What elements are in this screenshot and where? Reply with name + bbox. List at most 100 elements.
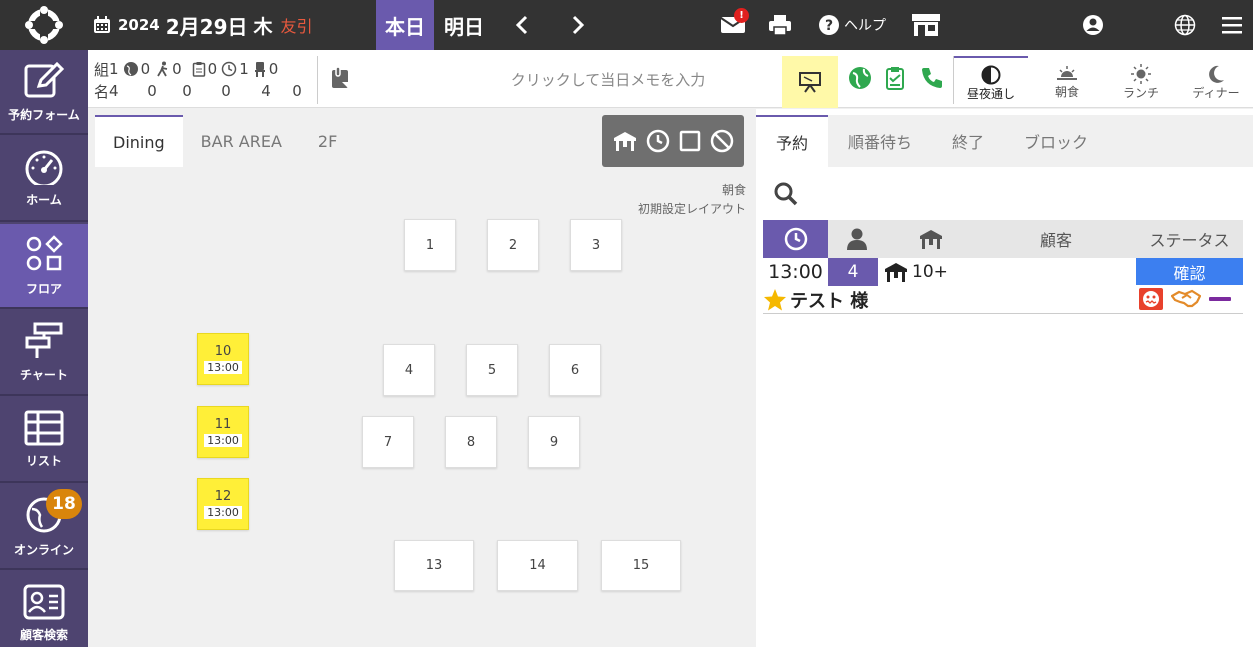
- sidebar-item-reservation-form[interactable]: 予約フォーム: [0, 50, 88, 135]
- top-bar: 2024 2月29日 木 友引 本日 明日 ! ? ヘルプ: [0, 0, 1253, 50]
- meal-tab-dinner[interactable]: ディナー: [1179, 56, 1253, 108]
- date-month-day: 2月29日: [165, 14, 248, 39]
- sidebar-item-chart[interactable]: チャート: [0, 311, 88, 396]
- column-status[interactable]: ステータス: [1136, 220, 1243, 258]
- tab-finished[interactable]: 終了: [932, 115, 1004, 167]
- clock-icon[interactable]: [646, 129, 670, 153]
- stats-people-online: 0: [147, 82, 157, 100]
- table-13[interactable]: 13: [394, 540, 474, 591]
- mail-button[interactable]: !: [718, 8, 749, 40]
- table-icon[interactable]: [613, 130, 637, 152]
- column-customer[interactable]: 顧客: [976, 220, 1136, 258]
- reservation-flags: [1139, 288, 1231, 310]
- customer-card-icon: [23, 584, 65, 620]
- presentation-icon: [799, 72, 821, 93]
- waitlist-clipboard-button[interactable]: [885, 66, 905, 94]
- floor-tab-dining[interactable]: Dining: [95, 115, 183, 167]
- summary-bar: 組 1 0 0 0 1 0 名 4 0 0 0 4 0 クリックして当日メモを入…: [88, 50, 1253, 108]
- table-3[interactable]: 3: [570, 219, 622, 271]
- reservation-search[interactable]: [763, 169, 1243, 219]
- sidebar-item-home[interactable]: ホーム: [0, 137, 88, 222]
- sort-by-time[interactable]: [763, 220, 828, 258]
- meal-tab-lunch[interactable]: ランチ: [1104, 56, 1178, 108]
- table-10[interactable]: 10 13:00: [197, 333, 249, 385]
- store-icon: [912, 14, 940, 36]
- stats-people-reserved: 0: [221, 82, 231, 100]
- tomorrow-button[interactable]: 明日: [437, 0, 491, 50]
- sort-by-table[interactable]: [886, 220, 976, 258]
- sidebar-label-online: オンライン: [13, 543, 74, 557]
- svg-text:?: ?: [825, 18, 833, 34]
- table-8[interactable]: 8: [445, 416, 497, 468]
- table-6[interactable]: 6: [549, 344, 601, 396]
- table-7[interactable]: 7: [362, 416, 414, 468]
- menu-button[interactable]: [1220, 10, 1244, 40]
- help-button[interactable]: ? ヘルプ: [816, 10, 888, 40]
- sidebar-label-home: ホーム: [26, 193, 62, 207]
- guest-stats: 組 1 0 0 0 1 0 名 4 0 0 0 4 0: [94, 58, 311, 102]
- reservation-time: 13:00: [768, 261, 823, 283]
- account-button[interactable]: [1080, 10, 1106, 40]
- app-logo[interactable]: [0, 0, 88, 50]
- sidebar-item-customer-search[interactable]: 顧客検索: [0, 572, 88, 647]
- stats-people-walkin: 0: [182, 82, 192, 100]
- clipboard-check-icon: [886, 67, 904, 90]
- sidebar-label-chart: チャート: [20, 368, 68, 382]
- reservation-customer-name: テスト 様: [790, 290, 869, 312]
- phone-reservation-button[interactable]: [920, 66, 944, 94]
- tab-reservations[interactable]: 予約: [756, 115, 829, 167]
- table-1[interactable]: 1: [404, 219, 456, 271]
- sidebar: 予約フォーム ホーム フロア チャート リスト 18 オンライン 顧客検索: [0, 50, 88, 647]
- store-button[interactable]: [910, 10, 942, 40]
- ban-icon[interactable]: [710, 129, 734, 153]
- table-number: 13: [425, 558, 443, 573]
- reservation-row-detail[interactable]: テスト 様: [763, 286, 1243, 314]
- next-day-button[interactable]: [566, 12, 590, 38]
- sidebar-item-floor[interactable]: フロア: [0, 224, 88, 309]
- reservation-status-badge[interactable]: 確認: [1136, 258, 1243, 285]
- table-12[interactable]: 12 13:00: [197, 478, 249, 530]
- sidebar-item-list[interactable]: リスト: [0, 398, 88, 483]
- list-icon: [24, 410, 64, 446]
- daily-memo-input[interactable]: クリックして当日メモを入力: [388, 50, 828, 108]
- hamburger-icon: [1222, 17, 1242, 34]
- table-number: 7: [383, 434, 393, 450]
- square-icon[interactable]: [679, 130, 701, 152]
- online-reservations-button[interactable]: [848, 66, 872, 94]
- table-reservation-time: 13:00: [204, 434, 242, 447]
- language-button[interactable]: [1172, 10, 1198, 40]
- floor-tab-2f[interactable]: 2F: [300, 115, 355, 167]
- dashboard-icon: [25, 150, 63, 185]
- today-button[interactable]: 本日: [376, 0, 434, 50]
- chair-icon: [254, 62, 265, 77]
- table-number: 10: [214, 344, 232, 359]
- sidebar-item-online[interactable]: 18 オンライン: [0, 485, 88, 570]
- meal-tab-breakfast[interactable]: 朝食: [1030, 56, 1104, 108]
- layout-meal: 朝食: [721, 183, 746, 197]
- reservation-row[interactable]: 13:00 4 10+ 確認: [763, 258, 1243, 286]
- date-picker[interactable]: 2024 2月29日 木 友引: [92, 0, 313, 50]
- sunrise-icon: [1057, 65, 1077, 80]
- table-5[interactable]: 5: [466, 344, 518, 396]
- table-2[interactable]: 2: [487, 219, 539, 271]
- layout-toggle-button[interactable]: [782, 56, 838, 108]
- table-9[interactable]: 9: [528, 416, 580, 468]
- table-15[interactable]: 15: [601, 540, 681, 591]
- clock-icon: [221, 61, 237, 77]
- clipboard-icon: [192, 62, 205, 77]
- floor-tab-bar-area[interactable]: BAR AREA: [183, 115, 300, 167]
- line-tag-icon: [1209, 297, 1231, 301]
- clock-icon: [784, 227, 807, 251]
- table-14[interactable]: 14: [497, 540, 578, 591]
- tab-waitlist[interactable]: 順番待ち: [828, 115, 932, 167]
- search-icon: [774, 182, 798, 206]
- meal-tab-label: 朝食: [1054, 84, 1079, 99]
- table-11[interactable]: 11 13:00: [197, 406, 249, 458]
- tab-blocks[interactable]: ブロック: [1004, 115, 1108, 167]
- table-4[interactable]: 4: [383, 344, 435, 396]
- sort-by-party-size[interactable]: [828, 220, 886, 258]
- meal-tab-all-day[interactable]: 昼夜通し: [954, 56, 1028, 108]
- print-button[interactable]: [766, 10, 794, 40]
- prev-day-button[interactable]: [510, 12, 534, 38]
- sun-icon: [1131, 63, 1151, 84]
